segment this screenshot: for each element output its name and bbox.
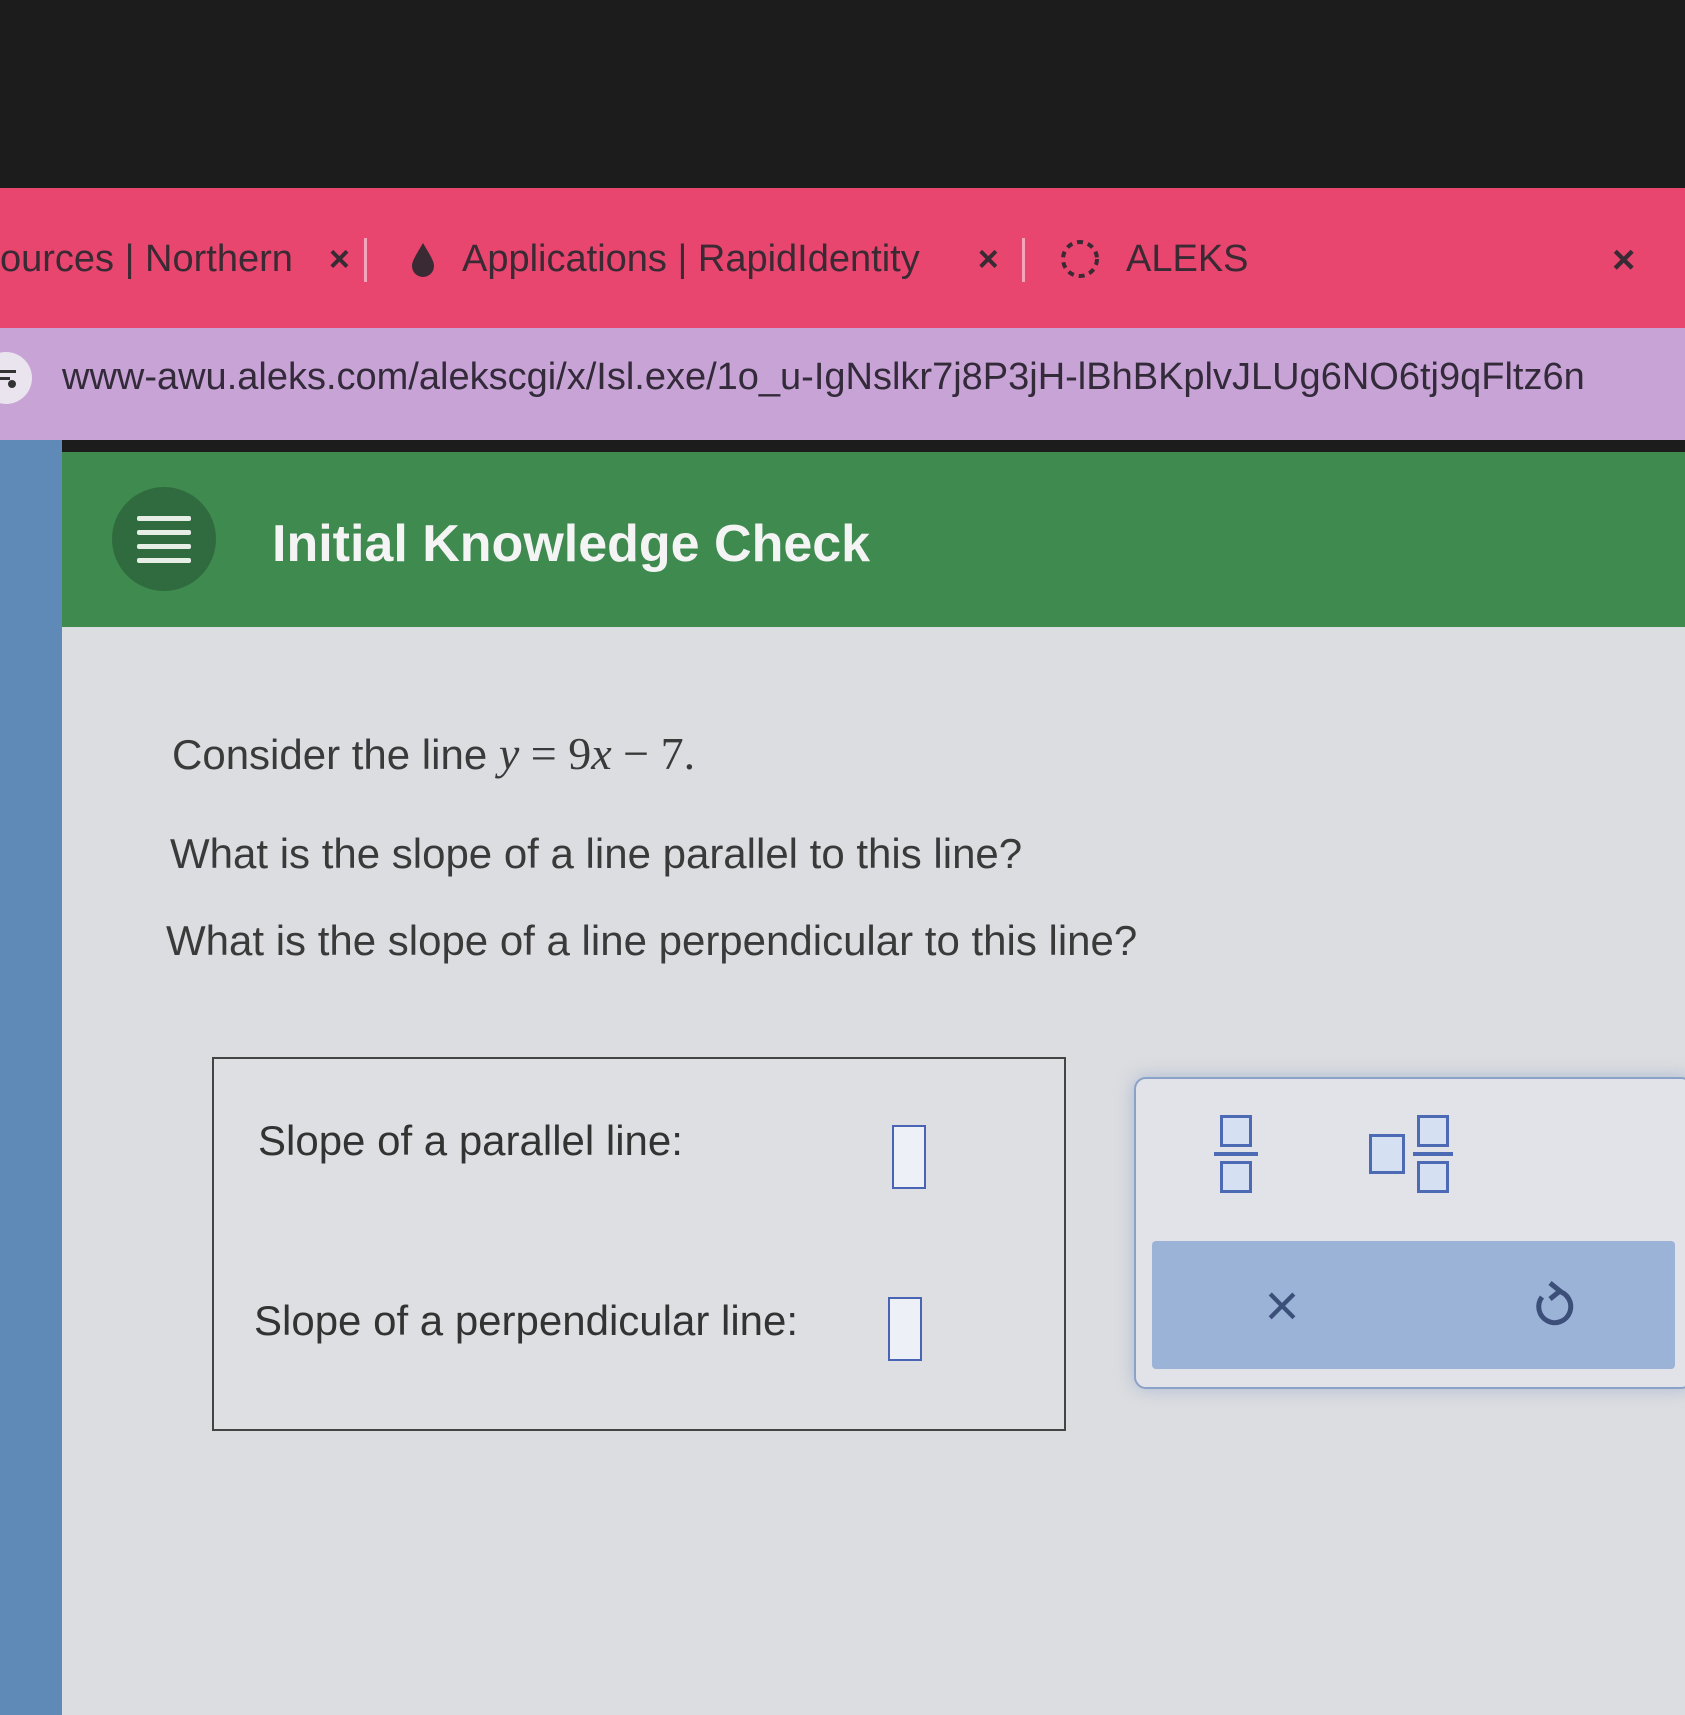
browser-tab-bar: ources | Northern × Applications | Rapid… xyxy=(0,188,1685,328)
clear-button[interactable]: × xyxy=(1232,1255,1332,1355)
question-panel: Consider the line y = 9x − 7. What is th… xyxy=(62,627,1685,1715)
side-strip xyxy=(0,440,62,1715)
question-parallel: What is the slope of a line parallel to … xyxy=(170,830,1023,877)
equation-x: x xyxy=(591,728,612,779)
loading-spinner-icon xyxy=(1058,237,1102,281)
answer-box: Slope of a parallel line: Slope of a per… xyxy=(212,1057,1066,1431)
tab-close-icon[interactable]: × xyxy=(329,238,350,280)
tab-aleks[interactable]: ALEKS xyxy=(1058,234,1249,284)
tab-rapididentity[interactable]: Applications | RapidIdentity × xyxy=(408,234,999,284)
site-info-icon[interactable] xyxy=(0,352,32,404)
fraction-icon[interactable] xyxy=(1196,1109,1276,1199)
palette-action-bar: × xyxy=(1152,1241,1675,1369)
tab-divider xyxy=(1022,238,1025,282)
page-title: Initial Knowledge Check xyxy=(272,515,871,573)
parallel-slope-input[interactable] xyxy=(892,1125,926,1189)
hamburger-icon[interactable] xyxy=(112,487,216,591)
perpendicular-slope-input[interactable] xyxy=(888,1297,922,1361)
equation-coef: 9 xyxy=(568,728,592,779)
equation-y: y xyxy=(498,728,520,779)
tab-label: Applications | RapidIdentity xyxy=(462,237,920,280)
tab-divider xyxy=(364,238,367,282)
tab-northern[interactable]: ources | Northern × xyxy=(0,234,350,284)
url-text[interactable]: www-awu.aleks.com/alekscgi/x/Isl.exe/1o_… xyxy=(62,356,1585,399)
math-palette: × xyxy=(1134,1077,1685,1389)
tab-close-icon[interactable]: × xyxy=(978,238,999,280)
intro-text: Consider the line xyxy=(172,731,499,778)
parallel-slope-label: Slope of a parallel line: xyxy=(258,1117,683,1164)
equation: y = 9x − 7. xyxy=(499,728,695,779)
equation-period: . xyxy=(683,728,696,779)
address-bar[interactable]: www-awu.aleks.com/alekscgi/x/Isl.exe/1o_… xyxy=(0,328,1685,440)
tab-label: ources | Northern xyxy=(0,237,293,280)
tab-close-icon[interactable]: × xyxy=(1612,238,1635,283)
question-perpendicular: What is the slope of a line perpendicula… xyxy=(166,917,1138,964)
question-intro: Consider the line y = 9x − 7. xyxy=(172,727,695,780)
equation-equals: = xyxy=(519,728,569,779)
equation-rest: − 7 xyxy=(611,728,684,779)
aleks-header: Initial Knowledge Check xyxy=(62,452,1685,627)
undo-icon[interactable] xyxy=(1502,1255,1602,1355)
rapididentity-logo-icon xyxy=(408,241,438,277)
perpendicular-slope-label: Slope of a perpendicular line: xyxy=(254,1297,799,1344)
tab-label: ALEKS xyxy=(1126,237,1249,280)
mixed-number-icon[interactable] xyxy=(1356,1109,1466,1199)
